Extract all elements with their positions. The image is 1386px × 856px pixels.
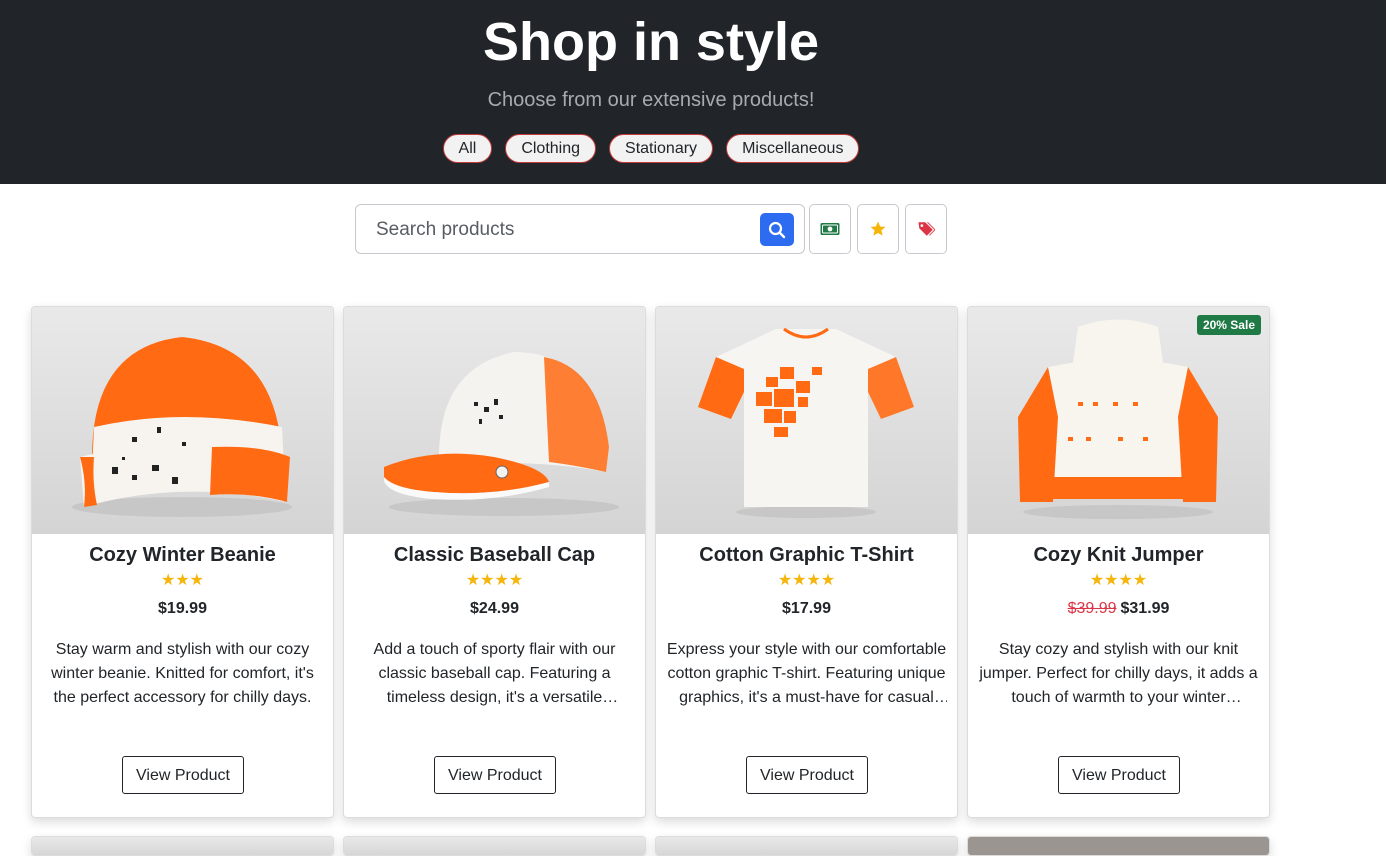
product-card: Cozy Winter Beanie ★★★ $19.99 Stay warm …	[31, 306, 334, 818]
star-icon: ★	[1118, 572, 1133, 589]
view-product-button[interactable]: View Product	[434, 756, 556, 794]
product-description: Stay warm and stylish with our cozy wint…	[51, 641, 314, 706]
view-product-button[interactable]: View Product	[122, 756, 244, 794]
filter-miscellaneous-button[interactable]: Miscellaneous	[726, 134, 860, 163]
product-description: Add a touch of sporty flair with our cla…	[373, 641, 616, 706]
product-name: Classic Baseball Cap	[393, 544, 596, 566]
money-bill-icon	[820, 223, 840, 235]
product-price: $24.99	[470, 600, 519, 617]
product-rating: ★★★★	[656, 572, 957, 590]
product-price-group: $39.99 $31.99	[968, 599, 1269, 619]
product-image	[968, 837, 1269, 855]
product-image	[344, 837, 645, 855]
product-image	[32, 307, 333, 534]
star-icon: ★	[820, 572, 836, 589]
product-description: Stay cozy and stylish with our knit jump…	[979, 641, 1258, 706]
star-icon: ★	[465, 572, 481, 589]
star-icon: ★	[806, 572, 821, 589]
sort-price-button[interactable]	[809, 204, 851, 254]
star-icon: ★	[480, 572, 495, 589]
view-product-button[interactable]: View Product	[1058, 756, 1180, 794]
category-filters: All Clothing Stationary Miscellaneous	[0, 134, 1302, 163]
product-card: Classic Baseball Cap ★★★★ $24.99 Add a t…	[343, 306, 646, 818]
product-image	[344, 307, 645, 534]
filter-sale-button[interactable]	[905, 204, 947, 254]
view-product-button[interactable]: View Product	[746, 756, 868, 794]
sale-badge: 20% Sale	[1196, 315, 1261, 335]
product-image	[656, 307, 957, 534]
product-image	[32, 837, 333, 855]
product-image	[656, 837, 957, 855]
product-name: Cozy Knit Jumper	[1033, 544, 1204, 566]
product-price: $31.99	[1120, 600, 1170, 617]
tags-icon	[918, 222, 935, 236]
search-icon	[768, 221, 786, 238]
star-icon: ★	[175, 572, 190, 589]
star-icon: ★	[1104, 572, 1119, 589]
star-icon: ★	[777, 572, 793, 589]
product-card	[343, 836, 646, 856]
product-rating: ★★★	[32, 572, 333, 590]
star-icon: ★	[792, 572, 807, 589]
product-image: 20% Sale	[968, 307, 1269, 534]
page-subtitle: Choose from our extensive products!	[487, 89, 815, 111]
sort-rating-button[interactable]	[857, 204, 899, 254]
product-price: $19.99	[158, 600, 207, 617]
product-name: Cotton Graphic T-Shirt	[699, 544, 914, 566]
product-card: Cotton Graphic T-Shirt ★★★★ $17.99 Expre…	[655, 306, 958, 818]
product-price: $17.99	[782, 600, 831, 617]
product-card: 20% Sale Cozy Knit Jumper ★★★★ $39.99 $31…	[967, 306, 1270, 818]
filter-clothing-button[interactable]: Clothing	[505, 134, 597, 163]
star-icon: ★	[494, 572, 509, 589]
original-price: $39.99	[1067, 600, 1117, 617]
hero-banner: Shop in style Choose from our extensive …	[0, 0, 1386, 184]
product-rating: ★★★★	[344, 572, 645, 590]
star-icon	[870, 221, 886, 236]
product-description: Express your style with our comfortable …	[666, 641, 947, 706]
star-icon: ★	[1089, 572, 1105, 589]
search-input[interactable]	[376, 217, 746, 243]
page-title: Shop in style	[482, 12, 820, 72]
star-icon: ★	[189, 572, 205, 589]
product-card	[31, 836, 334, 856]
filter-all-button[interactable]: All	[442, 134, 493, 163]
product-card	[967, 836, 1270, 856]
star-icon: ★	[1132, 572, 1148, 589]
product-rating: ★★★★	[968, 572, 1269, 590]
star-icon: ★	[508, 572, 524, 589]
filter-stationary-button[interactable]: Stationary	[609, 134, 714, 163]
search-box	[355, 204, 805, 254]
product-name: Cozy Winter Beanie	[89, 544, 276, 566]
search-button[interactable]	[760, 213, 794, 246]
product-card	[655, 836, 958, 856]
star-icon: ★	[160, 572, 176, 589]
